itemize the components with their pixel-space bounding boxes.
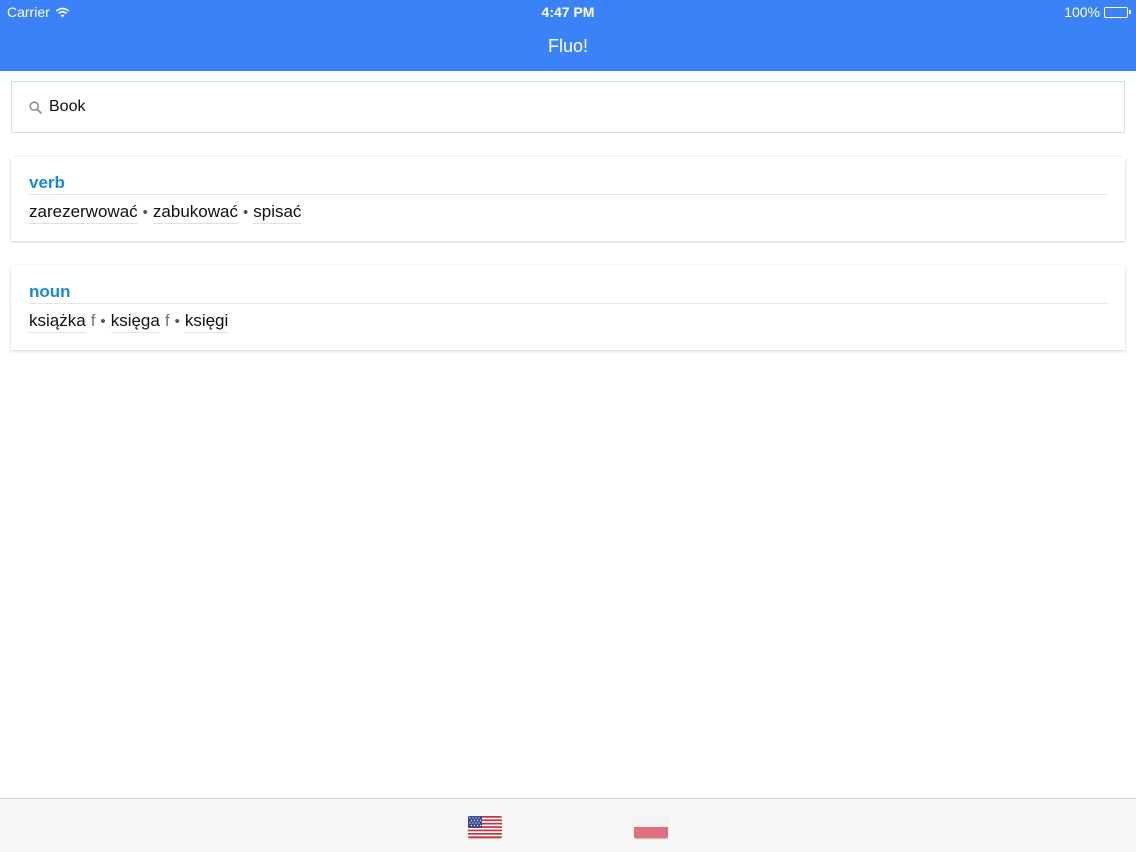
us-flag-icon[interactable] [468, 816, 502, 838]
translation-word[interactable]: spisać [253, 202, 302, 224]
battery-icon [1104, 6, 1131, 18]
gender-marker: f [164, 311, 170, 330]
part-of-speech-label: noun [29, 282, 71, 301]
navigation-bar: Carrier 4:47 PM 100% Fluo! [0, 0, 1136, 71]
page-title: Fluo! [547, 36, 589, 56]
poland-flag-icon[interactable] [634, 816, 668, 838]
separator-dot: • [242, 204, 249, 221]
translation-list: zarezerwować • zabukować • spisać [29, 202, 302, 224]
search-input[interactable] [49, 98, 1049, 116]
gender-marker: f [90, 311, 96, 330]
result-card-noun: noun książka f • księga f • księgi [11, 266, 1125, 350]
translation-word[interactable]: zabukować [152, 202, 238, 224]
search-icon [29, 100, 42, 114]
clock: 4:47 PM [541, 4, 595, 20]
translation-word[interactable]: zarezerwować [29, 202, 138, 224]
separator-dot: • [174, 313, 180, 330]
search-bar[interactable] [11, 81, 1125, 133]
translation-list: książka f • księga f • księgi [29, 311, 229, 333]
part-of-speech-label: verb [29, 173, 65, 192]
translation-word[interactable]: księga [110, 311, 160, 333]
translation-word[interactable]: książka [29, 311, 86, 333]
tab-bar [0, 798, 1136, 852]
status-bar: Carrier 4:47 PM 100% [0, 0, 1136, 22]
battery-percentage: 100% [1064, 4, 1100, 20]
divider [29, 303, 1107, 304]
divider [29, 194, 1107, 195]
separator-dot: • [100, 313, 106, 330]
translation-word[interactable]: księgi [184, 311, 229, 333]
battery-indicator: 100% [1064, 4, 1131, 20]
separator-dot: • [142, 204, 148, 221]
result-card-verb: verb zarezerwować • zabukować • spisać [11, 157, 1125, 241]
